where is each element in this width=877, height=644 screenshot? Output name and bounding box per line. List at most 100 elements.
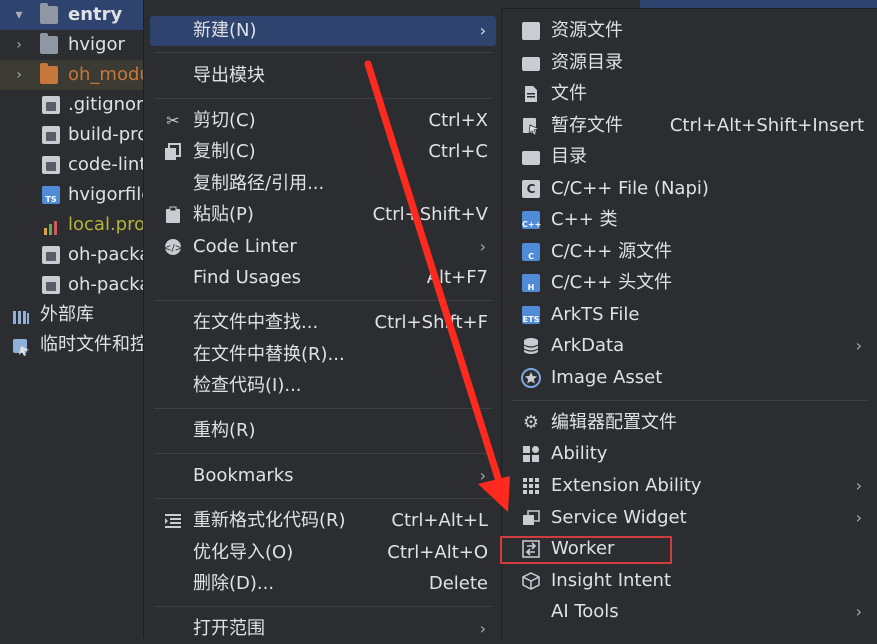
widget-icon bbox=[522, 509, 540, 527]
tree-item-local-properties[interactable]: local.pro bbox=[0, 210, 150, 240]
menu-item-find-in-files[interactable]: 在文件中查找... Ctrl+Shift+F bbox=[150, 308, 496, 338]
separator bbox=[154, 52, 492, 53]
new-extension-ability[interactable]: Extension Ability › bbox=[508, 471, 872, 501]
menu-item-cut[interactable]: ✂ 剪切(C) Ctrl+X bbox=[150, 106, 496, 136]
ets-file-icon: ETS bbox=[522, 306, 540, 324]
new-resource-file[interactable]: 资源文件 bbox=[508, 16, 872, 46]
folder-icon bbox=[522, 54, 540, 72]
worker-highlight-box bbox=[500, 536, 672, 564]
separator bbox=[154, 453, 492, 454]
project-tree: ▾ entry › hvigor › oh_modu .gitignor bui… bbox=[0, 0, 150, 638]
tree-item-gitignore[interactable]: .gitignor bbox=[0, 90, 150, 120]
json-file-icon bbox=[42, 246, 60, 264]
new-cpp-header-file[interactable]: H C/C++ 头文件 bbox=[508, 268, 872, 298]
c-source-icon: C bbox=[522, 243, 540, 261]
copy-icon bbox=[164, 143, 182, 161]
tree-item-oh-package-lock[interactable]: oh-packa bbox=[0, 270, 150, 300]
menu-item-reformat-code[interactable]: 重新格式化代码(R) Ctrl+Alt+L bbox=[150, 506, 496, 536]
svg-text:</>: </> bbox=[164, 243, 182, 254]
separator bbox=[154, 98, 492, 99]
menu-item-optimize-imports[interactable]: 优化导入(O) Ctrl+Alt+O bbox=[150, 538, 496, 568]
cube-icon bbox=[522, 572, 540, 590]
menu-item-find-usages[interactable]: Find Usages Alt+F7 bbox=[150, 263, 496, 293]
json-file-icon bbox=[42, 126, 60, 144]
tree-item-build-profile[interactable]: build-pro bbox=[0, 120, 150, 150]
chevron-down-icon[interactable]: ▾ bbox=[12, 0, 26, 30]
new-service-widget[interactable]: Service Widget › bbox=[508, 503, 872, 533]
menu-item-replace-in-files[interactable]: 在文件中替换(R)... bbox=[150, 340, 496, 370]
new-resource-directory[interactable]: 资源目录 bbox=[508, 48, 872, 78]
new-arkts-file[interactable]: ETS ArkTS File bbox=[508, 300, 872, 330]
menu-item-paste[interactable]: 粘贴(P) Ctrl+Shift+V bbox=[150, 200, 496, 230]
tree-item-oh-package[interactable]: oh-packa bbox=[0, 240, 150, 270]
menu-item-new[interactable]: 新建(N) › bbox=[150, 16, 496, 46]
new-ai-tools[interactable]: AI Tools › bbox=[508, 597, 872, 627]
properties-file-icon bbox=[42, 216, 60, 235]
new-scratch-file[interactable]: 暂存文件 Ctrl+Alt+Shift+Insert bbox=[508, 111, 872, 141]
new-image-asset[interactable]: Image Asset bbox=[508, 363, 872, 393]
chevron-right-icon[interactable]: › bbox=[12, 60, 26, 90]
ts-file-icon: TS bbox=[42, 186, 60, 204]
tree-item-entry[interactable]: ▾ entry bbox=[0, 0, 150, 30]
chevron-right-icon: › bbox=[479, 466, 486, 485]
new-cpp-napi-file[interactable]: C C/C++ File (Napi) bbox=[508, 174, 872, 204]
separator bbox=[154, 300, 492, 301]
new-insight-intent[interactable]: Insight Intent bbox=[508, 566, 872, 596]
new-directory[interactable]: 目录 bbox=[508, 142, 872, 172]
c-header-icon: H bbox=[522, 274, 540, 292]
scratch-file-icon bbox=[522, 117, 541, 136]
chevron-right-icon: › bbox=[855, 602, 862, 621]
chevron-right-icon: › bbox=[855, 336, 862, 355]
folder-icon bbox=[522, 148, 540, 166]
reformat-icon bbox=[164, 512, 182, 530]
database-icon bbox=[522, 337, 540, 355]
separator bbox=[154, 498, 492, 499]
separator bbox=[154, 606, 492, 607]
menu-item-code-linter[interactable]: </> Code Linter › bbox=[150, 232, 496, 262]
tree-item-external-libraries[interactable]: 外部库 bbox=[0, 300, 150, 330]
new-arkdata[interactable]: ArkData › bbox=[508, 331, 872, 361]
chevron-right-icon: › bbox=[479, 421, 486, 440]
menu-item-delete[interactable]: 删除(D)... Delete bbox=[150, 569, 496, 599]
new-cpp-class[interactable]: C++ C++ 类 bbox=[508, 205, 872, 235]
c-file-icon: C bbox=[522, 180, 540, 198]
chevron-right-icon: › bbox=[479, 237, 486, 256]
cpp-class-icon: C++ bbox=[522, 211, 541, 229]
folder-icon bbox=[40, 33, 58, 54]
editor-tab-highlight bbox=[640, 0, 877, 8]
folder-orange-icon bbox=[40, 63, 58, 84]
json-file-icon bbox=[42, 276, 60, 294]
image-asset-icon bbox=[521, 368, 541, 388]
chevron-right-icon: › bbox=[479, 21, 486, 40]
menu-item-open-in[interactable]: 打开范围 › bbox=[150, 614, 496, 644]
menu-item-refactor[interactable]: 重构(R) › bbox=[150, 416, 496, 446]
tree-item-hvigor[interactable]: › hvigor bbox=[0, 30, 150, 60]
menu-item-copy[interactable]: 复制(C) Ctrl+C bbox=[150, 137, 496, 167]
separator bbox=[154, 408, 492, 409]
folder-icon bbox=[40, 3, 58, 24]
scissors-icon: ✂ bbox=[166, 111, 180, 130]
menu-item-bookmarks[interactable]: Bookmarks › bbox=[150, 461, 496, 491]
ability-icon bbox=[522, 445, 540, 463]
new-cpp-source-file[interactable]: C C/C++ 源文件 bbox=[508, 237, 872, 267]
menu-item-export-module[interactable]: 导出模块 bbox=[150, 61, 496, 91]
chevron-right-icon: › bbox=[855, 476, 862, 495]
tree-item-code-linter[interactable]: code-lint bbox=[0, 150, 150, 180]
file-icon bbox=[522, 85, 540, 103]
resource-file-icon bbox=[522, 22, 540, 40]
separator bbox=[512, 400, 868, 401]
new-ability[interactable]: Ability bbox=[508, 439, 872, 469]
paste-icon bbox=[164, 206, 182, 224]
tree-item-hvigorfile[interactable]: TS hvigorfile bbox=[0, 180, 150, 210]
new-file[interactable]: 文件 bbox=[508, 79, 872, 109]
menu-item-copy-path[interactable]: 复制路径/引用... bbox=[150, 169, 496, 199]
scratch-icon bbox=[12, 336, 30, 356]
chevron-right-icon[interactable]: › bbox=[12, 30, 26, 60]
tree-item-scratches[interactable]: 临时文件和控 bbox=[0, 330, 150, 360]
file-icon bbox=[42, 96, 60, 114]
menu-item-inspect-code[interactable]: 检查代码(I)... bbox=[150, 371, 496, 401]
library-icon bbox=[12, 306, 30, 324]
tree-item-oh-modules[interactable]: › oh_modu bbox=[0, 60, 150, 90]
new-editorconfig[interactable]: ⚙ 编辑器配置文件 bbox=[508, 408, 872, 438]
code-linter-icon: </> bbox=[163, 238, 183, 256]
